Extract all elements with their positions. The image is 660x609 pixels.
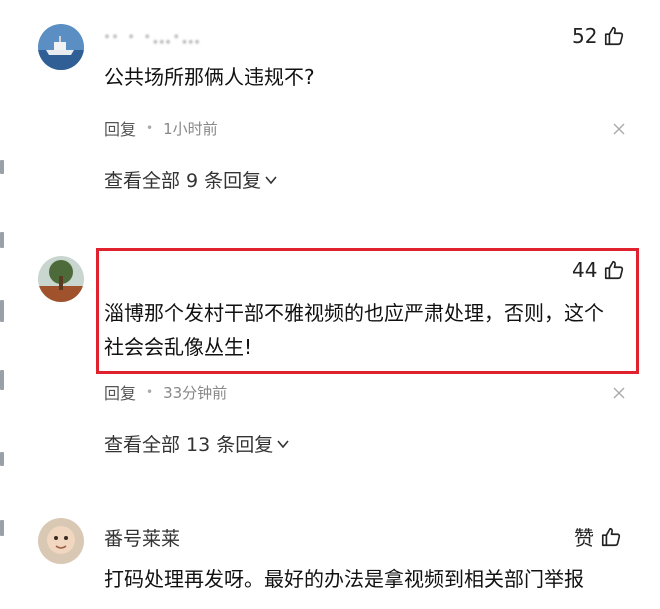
like-button[interactable]: 赞: [574, 522, 622, 551]
username[interactable]: 番号莱莱: [104, 524, 180, 551]
avatar[interactable]: [38, 518, 84, 564]
baby-avatar-icon: [38, 518, 84, 564]
comment-text: 打码处理再发呀。最好的办法是拿视频到相关部门举报: [104, 567, 584, 591]
comment-item: 番号莱莱 赞 打码处理再发呀。最好的办法是拿视频到相关部门举报: [0, 0, 660, 609]
like-count: 赞: [574, 526, 594, 550]
thumbs-up-icon: [601, 527, 621, 546]
